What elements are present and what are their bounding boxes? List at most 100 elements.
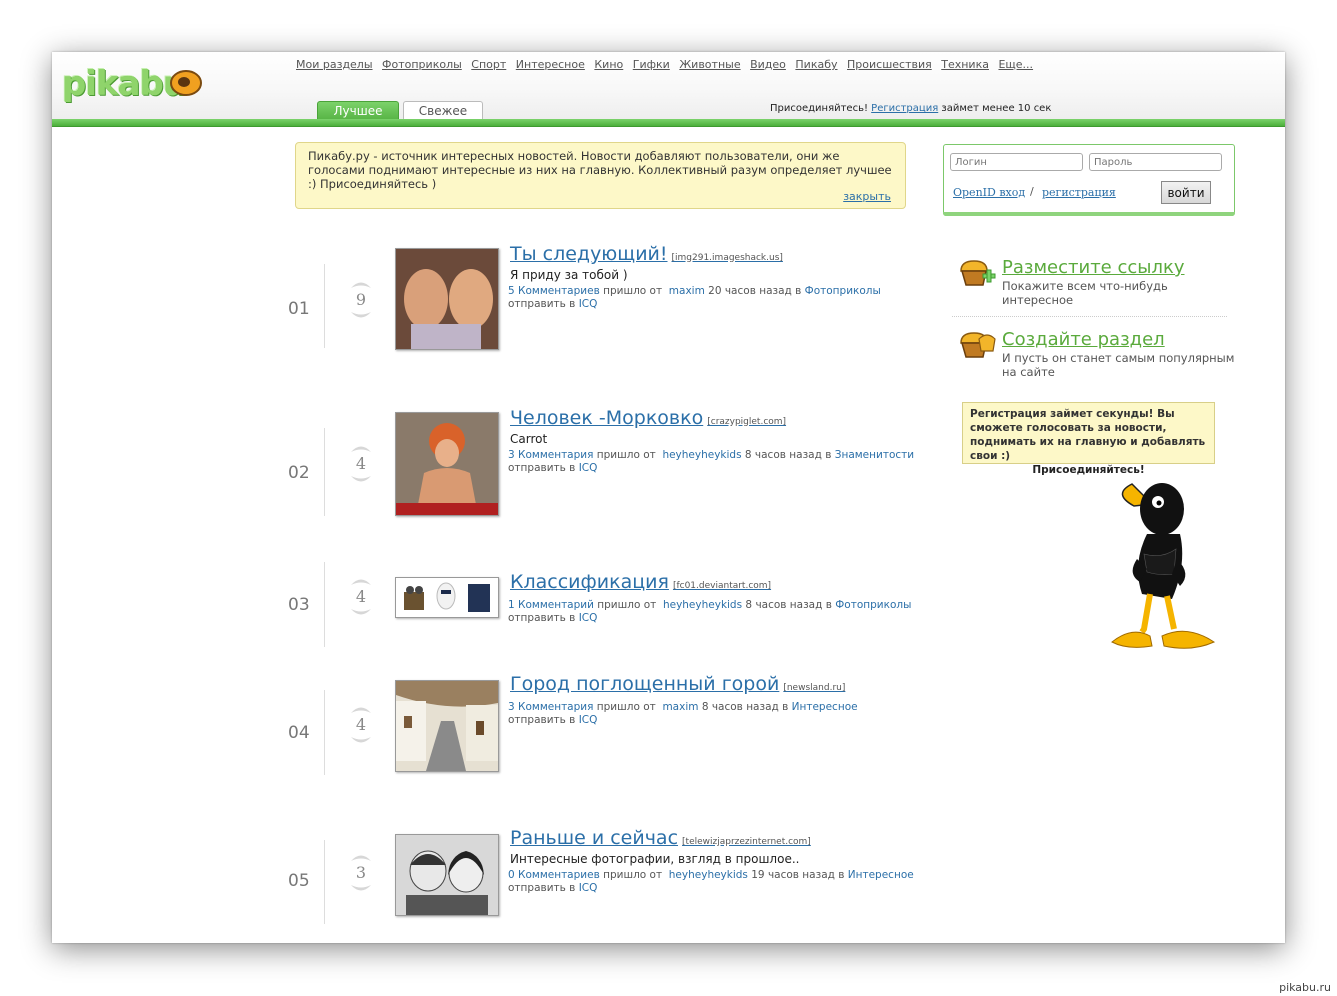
post-title-text[interactable]: Классификация xyxy=(510,571,669,593)
post-title[interactable]: Ты следующий! [img291.imageshack.us] xyxy=(510,243,783,265)
comments-link[interactable]: 0 Комментариев xyxy=(508,869,600,881)
nav-photo-jokes[interactable]: Фотоприколы xyxy=(382,58,462,71)
photo-two-faces-icon xyxy=(396,249,498,349)
header-divider xyxy=(52,119,1285,127)
meta-send: отправить в xyxy=(508,612,576,624)
post-title[interactable]: Город поглощенный горой [newsland.ru] xyxy=(510,673,845,695)
post-description: Carrot xyxy=(510,432,548,446)
nav-video[interactable]: Видео xyxy=(750,58,786,71)
comments-link[interactable]: 3 Комментария xyxy=(508,701,593,713)
vote-widget: 4 xyxy=(348,443,374,485)
password-input[interactable] xyxy=(1089,153,1222,171)
login-separator: / xyxy=(1030,185,1034,198)
vote-down-icon[interactable] xyxy=(350,311,372,321)
comments-link[interactable]: 5 Комментариев xyxy=(508,285,600,297)
meta-send: отправить в xyxy=(508,714,576,726)
create-section-title[interactable]: Создайте раздел xyxy=(1002,329,1165,350)
icq-link[interactable]: ICQ xyxy=(579,882,598,894)
nav-sport[interactable]: Спорт xyxy=(471,58,506,71)
nav-cinema[interactable]: Кино xyxy=(594,58,623,71)
post-title-text[interactable]: Город поглощенный горой xyxy=(510,673,779,695)
post-thumbnail[interactable] xyxy=(395,680,499,772)
join-label: Присоединяйтесь! xyxy=(770,103,868,114)
post-title-text[interactable]: Раньше и сейчас xyxy=(510,827,678,849)
nav-technics[interactable]: Техника xyxy=(941,58,989,71)
vote-widget: 4 xyxy=(348,704,374,746)
post-divider xyxy=(324,690,325,775)
meta-time: 19 часов назад в xyxy=(751,869,845,881)
nav-interesting[interactable]: Интересное xyxy=(516,58,585,71)
nav-incidents[interactable]: Происшествия xyxy=(847,58,932,71)
section-link[interactable]: Знаменитости xyxy=(835,449,914,461)
login-button[interactable]: войти xyxy=(1161,181,1211,204)
join-tail: займет менее 10 сек xyxy=(941,103,1052,114)
post-title[interactable]: Раньше и сейчас [telewizjaprzezinternet.c… xyxy=(510,827,811,849)
author-link[interactable]: heyheyheykids xyxy=(663,599,742,611)
vote-up-icon[interactable] xyxy=(350,576,372,586)
comments-link[interactable]: 3 Комментария xyxy=(508,449,593,461)
nav-more[interactable]: Еще... xyxy=(998,58,1033,71)
post-source: [telewizjaprzezinternet.com] xyxy=(682,837,811,847)
post-divider xyxy=(324,264,325,348)
nav-gifs[interactable]: Гифки xyxy=(633,58,670,71)
meta-time: 20 часов назад в xyxy=(708,285,802,297)
meta-send: отправить в xyxy=(508,462,576,474)
nav-animals[interactable]: Животные xyxy=(679,58,740,71)
icq-link[interactable]: ICQ xyxy=(579,612,598,624)
vote-down-icon[interactable] xyxy=(350,608,372,618)
vote-widget: 9 xyxy=(348,279,374,321)
vote-widget: 3 xyxy=(348,852,374,894)
meta-time: 8 часов назад в xyxy=(745,599,832,611)
post-thumbnail[interactable] xyxy=(395,577,499,618)
meta-came: пришло от xyxy=(603,869,663,881)
register-link[interactable]: Регистрация xyxy=(871,103,938,114)
vote-down-icon[interactable] xyxy=(350,736,372,746)
meta-came: пришло от xyxy=(603,285,663,297)
post-score: 4 xyxy=(355,454,367,473)
nav-my-sections[interactable]: Мои разделы xyxy=(296,58,373,71)
section-link[interactable]: Фотоприколы xyxy=(835,599,911,611)
post-title[interactable]: Человек -Морковко [crazypiglet.com] xyxy=(510,407,786,429)
openid-login-link[interactable]: OpenID вход xyxy=(953,186,1025,199)
post-score: 4 xyxy=(355,715,367,734)
icq-link[interactable]: ICQ xyxy=(579,298,598,310)
icq-link[interactable]: ICQ xyxy=(579,462,598,474)
post-score: 3 xyxy=(355,863,367,882)
post-meta: 3 Комментария пришло от heyheyheykids 8 … xyxy=(508,449,914,475)
meta-time: 8 часов назад в xyxy=(701,701,789,713)
icq-link[interactable]: ICQ xyxy=(579,714,598,726)
vote-down-icon[interactable] xyxy=(350,884,372,894)
vote-down-icon[interactable] xyxy=(350,475,372,485)
nav-pikabu[interactable]: Пикабу xyxy=(795,58,837,71)
post-title[interactable]: Классификация [fc01.deviantart.com] xyxy=(510,571,771,593)
author-link[interactable]: heyheyheykids xyxy=(662,449,741,461)
tab-best[interactable]: Лучшее xyxy=(317,101,399,121)
post-title-text[interactable]: Ты следующий! xyxy=(510,243,668,265)
post-thumbnail[interactable] xyxy=(395,248,499,350)
section-link[interactable]: Фотоприколы xyxy=(805,285,881,297)
section-link[interactable]: Интересное xyxy=(792,701,858,713)
section-link[interactable]: Интересное xyxy=(848,869,914,881)
vote-up-icon[interactable] xyxy=(350,279,372,289)
post-score: 4 xyxy=(355,587,367,606)
comments-link[interactable]: 1 Комментарий xyxy=(508,599,594,611)
post-thumbnail[interactable] xyxy=(395,834,499,916)
vote-up-icon[interactable] xyxy=(350,443,372,453)
post-title-text[interactable]: Человек -Морковко xyxy=(510,407,703,429)
meta-send: отправить в xyxy=(508,882,576,894)
cupcake-logo-icon xyxy=(170,70,202,96)
login-input[interactable] xyxy=(950,153,1083,171)
registration-link[interactable]: регистрация xyxy=(1042,186,1116,199)
post-thumbnail[interactable] xyxy=(395,412,499,516)
post-divider xyxy=(324,840,325,924)
author-link[interactable]: maxim xyxy=(669,285,705,297)
vote-up-icon[interactable] xyxy=(350,852,372,862)
post-link-title[interactable]: Разместите ссылку xyxy=(1002,257,1185,278)
author-link[interactable]: maxim xyxy=(662,701,698,713)
tab-new[interactable]: Свежее xyxy=(403,101,483,121)
post-source: [fc01.deviantart.com] xyxy=(672,581,772,591)
post-description: Интересные фотографии, взгляд в прошлое.… xyxy=(510,852,800,866)
notice-close-link[interactable]: закрыть xyxy=(843,190,891,204)
vote-up-icon[interactable] xyxy=(350,704,372,714)
author-link[interactable]: heyheyheykids xyxy=(669,869,748,881)
